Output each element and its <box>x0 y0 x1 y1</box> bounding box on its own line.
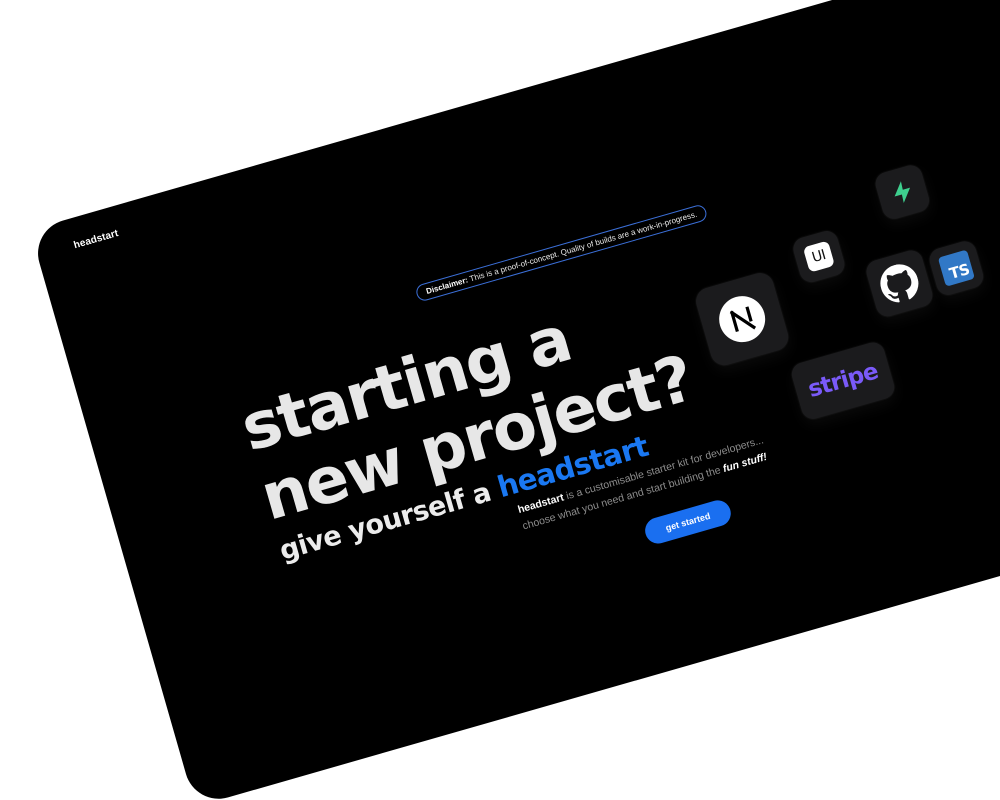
stripe-logo: stripe <box>805 358 881 404</box>
nextjs-tile <box>692 269 792 369</box>
get-started-button[interactable]: get started <box>642 497 734 547</box>
typescript-tile: TS <box>926 238 987 298</box>
typescript-label: TS <box>947 260 972 283</box>
brand-logo[interactable]: headstart <box>73 228 120 251</box>
supabase-bolt-icon <box>894 181 911 203</box>
ui-icon: UI <box>802 240 835 273</box>
stage: headstart Disclaimer: This is a proof-of… <box>0 0 1000 800</box>
supabase-tile <box>872 162 933 222</box>
landing-page-screen: headstart Disclaimer: This is a proof-of… <box>30 0 1000 800</box>
stripe-tile: stripe <box>788 339 898 422</box>
nextjs-logo-icon <box>719 296 766 343</box>
disclaimer-text: This is a proof-of-concept. Quality of b… <box>468 209 699 284</box>
github-tile <box>863 247 936 320</box>
typescript-icon: TS <box>937 249 975 287</box>
ui-tile: UI <box>790 228 848 286</box>
disclaimer-label: Disclaimer: <box>425 275 470 296</box>
github-icon <box>880 264 919 303</box>
